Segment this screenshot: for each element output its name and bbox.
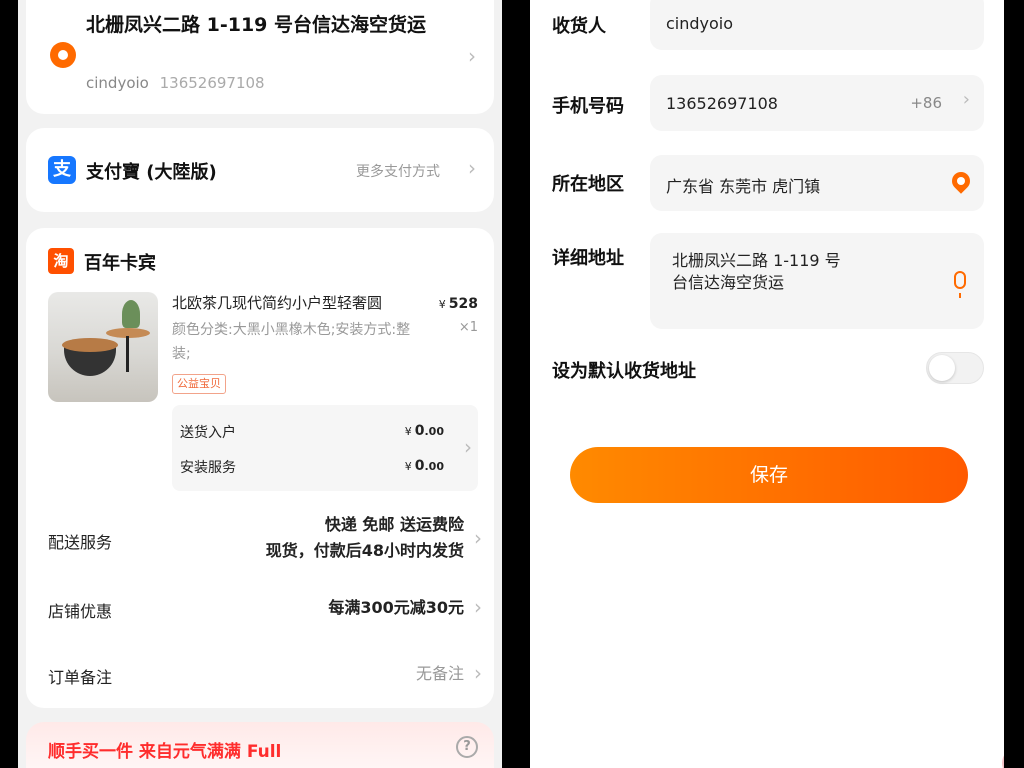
- price-value: 528: [448, 296, 478, 312]
- delivery-line2: 现货，付款后48小时内发货: [265, 541, 464, 560]
- price-int: 0: [414, 423, 425, 439]
- discount-label: 店铺优惠: [48, 602, 113, 621]
- currency-symbol: ¥: [404, 460, 412, 473]
- region-selector[interactable]: 广东省 东莞市 虎门镇: [650, 155, 984, 211]
- product-price: ¥528: [439, 296, 478, 312]
- value-added-services[interactable]: 送货入户 ¥0.00 安装服务 ¥0.00 ›: [172, 405, 478, 491]
- default-address-label: 设为默认收货地址: [552, 361, 696, 382]
- charity-tag: 公益宝贝: [172, 374, 226, 394]
- region-value: 广东省 东莞市 虎门镇: [666, 177, 821, 196]
- detail-address-label: 详细地址: [552, 248, 624, 269]
- detail-line2: 台信达海空货运: [672, 273, 785, 292]
- chevron-right-icon: ›: [468, 44, 476, 68]
- phone-value: 13652697108: [666, 94, 778, 113]
- delivery-value: 快递 免邮 送运费险 现货，付款后48小时内发货: [266, 512, 464, 564]
- receiver-label: 收货人: [552, 16, 606, 37]
- price-dec: .00: [424, 425, 445, 438]
- country-code[interactable]: +86: [910, 94, 942, 112]
- address-card[interactable]: 北栅凤兴二路 1-119 号台信达海空货运 cindyoio 136526971…: [26, 0, 494, 114]
- toggle-knob: [929, 355, 955, 381]
- taobao-shop-icon: 淘: [48, 248, 74, 274]
- detail-line1: 北栅凤兴二路 1-119 号: [672, 251, 841, 270]
- currency-symbol: ¥: [404, 425, 412, 438]
- phone-label: 手机号码: [552, 96, 624, 117]
- service-price: ¥0.00: [405, 423, 444, 439]
- contact-name: cindyoio: [86, 74, 149, 92]
- chevron-right-icon: ›: [962, 89, 970, 110]
- price-dec: .00: [424, 460, 445, 473]
- chevron-right-icon: ›: [464, 435, 472, 459]
- payment-card[interactable]: 支 支付寶 (大陸版) 更多支付方式 ›: [26, 128, 494, 212]
- promo-card[interactable]: 顺手买一件 来自元气满满 Full ?: [26, 722, 494, 768]
- payment-method-label: 支付寶 (大陸版): [86, 162, 217, 183]
- address-contact: cindyoio 13652697108: [86, 74, 265, 92]
- discount-value: 每满300元减30元: [328, 598, 464, 617]
- default-address-toggle[interactable]: [926, 352, 984, 384]
- product-image[interactable]: [48, 292, 158, 402]
- currency-symbol: ¥: [438, 298, 446, 311]
- receiver-input[interactable]: cindyoio: [650, 0, 984, 50]
- address-title: 北栅凤兴二路 1-119 号台信达海空货运: [86, 14, 426, 36]
- help-icon[interactable]: ?: [456, 736, 478, 758]
- location-pin-icon: [50, 42, 76, 68]
- promo-text: 顺手买一件 来自元气满满 Full: [48, 742, 282, 762]
- order-confirm-panel: 北栅凤兴二路 1-119 号台信达海空货运 cindyoio 136526971…: [18, 0, 502, 768]
- alipay-icon: 支: [48, 156, 76, 184]
- location-pin-icon[interactable]: [948, 168, 974, 194]
- delivery-label: 配送服务: [48, 533, 113, 552]
- service-price: ¥0.00: [405, 458, 444, 474]
- contact-phone: 13652697108: [159, 74, 265, 92]
- chevron-right-icon: ›: [474, 526, 482, 550]
- microphone-icon[interactable]: [954, 271, 966, 298]
- chevron-right-icon: ›: [474, 595, 482, 619]
- floating-assist-button[interactable]: [1002, 748, 1004, 768]
- product-title[interactable]: 北欧茶几现代简约小户型轻奢圆: [172, 292, 422, 313]
- chevron-right-icon: ›: [474, 661, 482, 685]
- order-card: 淘 百年卡宾 北欧茶几现代简约小户型轻奢圆 颜色分类:大黑小黑橡木色;安装方式:…: [26, 228, 494, 708]
- price-int: 0: [414, 458, 425, 474]
- more-payment-link[interactable]: 更多支付方式: [356, 161, 440, 181]
- detail-address-input[interactable]: 北栅凤兴二路 1-119 号 台信达海空货运: [650, 233, 984, 329]
- note-value: 无备注: [415, 664, 464, 683]
- product-spec: 颜色分类:大黑小黑橡木色;安装方式:整装;: [172, 322, 411, 362]
- delivery-line1: 快递 免邮 送运费险: [324, 515, 464, 534]
- edit-address-panel: 收货人 cindyoio 手机号码 13652697108 +86 › 所在地区…: [530, 0, 1004, 768]
- region-label: 所在地区: [552, 174, 624, 195]
- chevron-right-icon: ›: [468, 156, 476, 180]
- service-label: 送货入户: [180, 425, 236, 441]
- receiver-value: cindyoio: [666, 14, 734, 33]
- shop-name[interactable]: 百年卡宾: [84, 249, 156, 275]
- phone-input[interactable]: 13652697108 +86 ›: [650, 75, 984, 131]
- service-label: 安装服务: [180, 460, 236, 476]
- note-label: 订单备注: [48, 668, 113, 687]
- save-button[interactable]: 保存: [570, 447, 968, 503]
- product-quantity: ×1: [458, 320, 478, 335]
